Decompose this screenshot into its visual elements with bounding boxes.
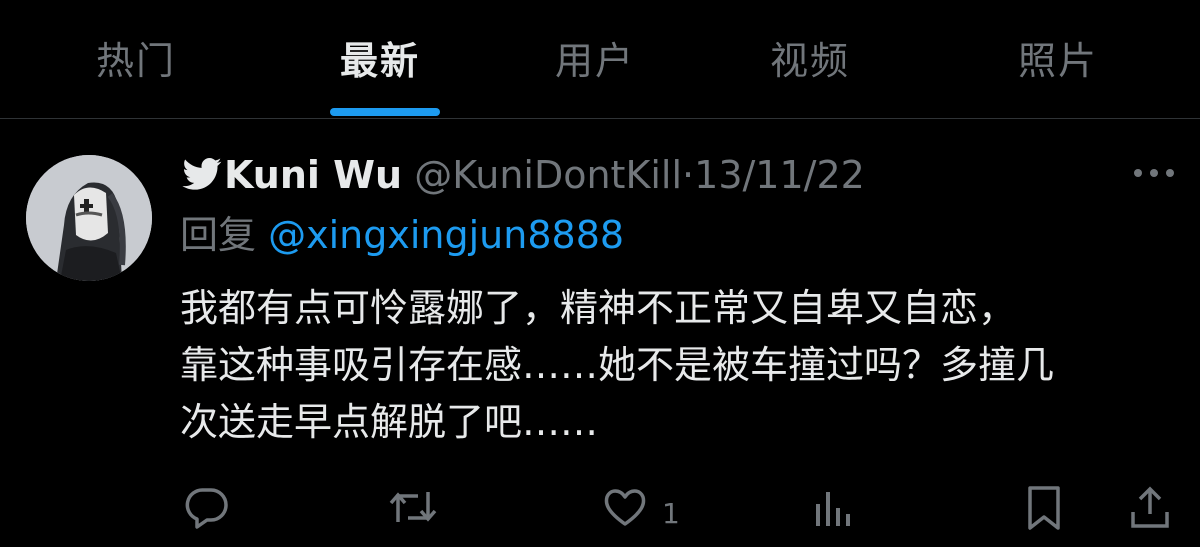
tweet-date[interactable]: 13/11/22	[694, 153, 865, 197]
reply-prefix: 回复	[180, 213, 257, 257]
separator-dot: ·	[682, 153, 695, 197]
share-button[interactable]	[1128, 484, 1172, 534]
display-name[interactable]: Kuni Wu	[224, 153, 402, 197]
tab-users[interactable]: 用户	[555, 30, 635, 90]
tab-latest[interactable]: 最新	[340, 30, 420, 90]
like-count: 1	[662, 497, 680, 530]
views-button[interactable]	[812, 484, 856, 534]
tweet-actions	[0, 480, 1200, 540]
tweet-text: 我都有点可怜露娜了，精神不正常又自卑又自恋， 靠这种事吸引存在感……她不是被车撞…	[180, 280, 1170, 451]
reply-bubble-icon	[185, 488, 228, 529]
analytics-bars-icon	[816, 492, 850, 526]
tweet-text-line: 我都有点可怜露娜了，精神不正常又自卑又自恋，	[180, 286, 1017, 330]
retweet-icon	[389, 492, 437, 522]
heart-icon	[604, 489, 646, 526]
share-icon	[1131, 486, 1169, 528]
tab-photos[interactable]: 照片	[1018, 30, 1098, 90]
tweet-header: Kuni Wu @KuniDontKill·13/11/22	[180, 150, 865, 200]
user-handle[interactable]: @KuniDontKill	[414, 153, 682, 197]
avatar-image	[26, 155, 152, 281]
tab-hot[interactable]: 热门	[96, 30, 176, 90]
reply-context: 回复 @xingxingjun8888	[180, 210, 624, 260]
avatar[interactable]	[26, 155, 152, 281]
bookmark-icon	[1028, 486, 1060, 530]
tweet-text-line: 次送走早点解脱了吧……	[180, 400, 599, 444]
reply-button[interactable]	[184, 484, 230, 534]
search-tabs: 热门 最新 用户 视频 照片	[0, 0, 1200, 119]
tweet-text-line: 靠这种事吸引存在感……她不是被车撞过吗？多撞几	[180, 343, 1055, 387]
twitter-bird-icon	[182, 158, 222, 190]
like-button[interactable]	[602, 484, 648, 534]
active-tab-indicator	[330, 108, 440, 116]
more-dots-icon[interactable]	[1132, 165, 1176, 181]
tab-videos[interactable]: 视频	[770, 30, 850, 90]
bookmark-button[interactable]	[1024, 484, 1064, 534]
retweet-button[interactable]	[388, 484, 438, 534]
reply-mention-link[interactable]: @xingxingjun8888	[268, 213, 624, 257]
